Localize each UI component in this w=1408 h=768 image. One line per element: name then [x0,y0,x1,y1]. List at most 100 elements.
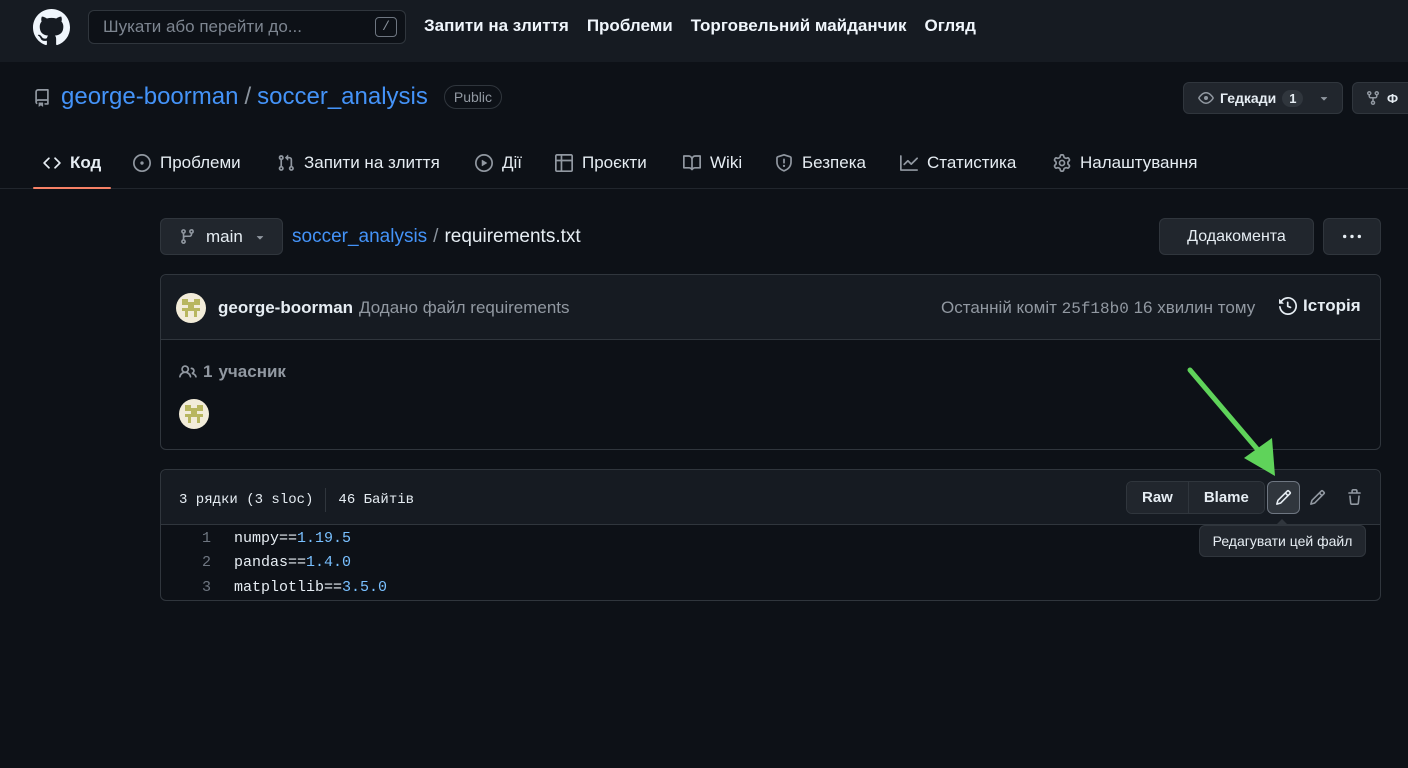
kebab-horizontal-icon [1343,234,1361,238]
breadcrumb-repo-link[interactable]: soccer_analysis [292,226,427,248]
package-name: numpy== [234,529,298,547]
pencil-icon [1276,489,1292,505]
code-line: 2 pandas==1.4.0 [161,551,1380,576]
commit-sha-link[interactable]: 25f18b0 [1062,300,1129,318]
commit-message-link[interactable]: Додано файл requirements [359,298,570,318]
line-number[interactable]: 3 [161,579,211,596]
contributors-label: учасник [218,362,286,381]
eye-icon [1198,92,1214,104]
people-icon [179,365,197,378]
history-icon [1279,297,1297,315]
nav-issues[interactable]: Проблеми [587,16,673,36]
commit-author-link[interactable]: george-boorman [218,298,353,318]
branch-icon [181,229,194,244]
commit-time: 16 хвилин тому [1133,298,1256,317]
issue-icon [133,154,151,172]
line-number[interactable]: 1 [161,530,211,547]
global-nav: Запити на злиття Проблеми Торговельний м… [424,16,976,36]
code-line: 1 numpy==1.19.5 [161,526,1380,551]
tab-code[interactable]: Код [32,138,112,189]
commit-row: george-boorman Додано файл requirements … [161,275,1380,340]
global-search[interactable]: / [88,10,406,44]
tab-pull-requests[interactable]: Запити на злиття [277,138,440,188]
search-input[interactable] [103,17,363,37]
package-name: pandas== [234,554,307,572]
tab-security[interactable]: Безпека [775,138,866,188]
contributor-avatar[interactable] [179,399,209,429]
branch-select-button[interactable]: main [160,218,283,255]
line-content: matplotlib==3.5.0 [211,579,387,596]
tab-issues[interactable]: Проблеми [133,138,241,188]
tab-label: Безпека [802,153,866,172]
tab-label: Wiki [710,153,743,172]
code-line: 3 matplotlib==3.5.0 [161,575,1380,600]
repo-owner-link[interactable]: george-boorman [61,83,238,111]
watch-count: 1 [1282,89,1304,107]
nav-pull-requests[interactable]: Запити на злиття [424,16,569,36]
file-lines-info: 3 рядки (3 sloc) [179,492,314,508]
fork-label: Ф [1387,90,1399,106]
search-shortcut-key: / [375,17,397,37]
file-info: 3 рядки (3 sloc) 46 Байтів [179,488,414,512]
file-info-divider [325,488,327,512]
more-options-button[interactable] [1323,218,1381,255]
repo-title-separator: / [244,83,252,110]
go-to-file-button[interactable]: Додакомента [1159,218,1314,255]
history-link[interactable]: Історія [1279,296,1361,316]
delete-file-button[interactable] [1338,481,1371,514]
tab-label: Проблеми [160,153,241,172]
line-number[interactable]: 2 [161,554,211,571]
nav-explore[interactable]: Огляд [924,16,975,36]
tab-wiki[interactable]: Wiki [683,138,742,188]
package-name: matplotlib== [234,578,343,596]
tab-label: Налаштування [1080,153,1198,172]
visibility-badge: Public [443,85,503,109]
tab-insights[interactable]: Статистика [900,138,1016,188]
breadcrumb-file-name: requirements.txt [444,226,581,247]
play-icon [475,154,493,172]
line-content: pandas==1.4.0 [211,554,351,571]
repo-tabs: Код Проблеми Запити на злиття Дії Проєкт… [0,138,1408,189]
tab-actions[interactable]: Дії [475,138,522,188]
file-viewer: 3 рядки (3 sloc) 46 Байтів Raw Blame 1 n… [160,469,1381,601]
watch-button[interactable]: Гедкади 1 [1183,82,1343,114]
code-body[interactable]: 1 numpy==1.19.5 2 pandas==1.4.0 3 matplo… [161,526,1380,600]
tab-label: Запити на злиття [304,153,440,172]
raw-button[interactable]: Raw [1127,482,1188,513]
branch-name: main [206,226,243,246]
repo-icon [33,88,51,108]
shield-icon [776,154,792,172]
repo-name-link[interactable]: soccer_analysis [257,83,428,111]
avatar[interactable] [176,293,206,323]
tab-label: Статистика [927,153,1017,172]
tab-label: Проєкти [582,153,647,172]
gear-icon [1053,154,1071,172]
global-header: / Запити на злиття Проблеми Торговельний… [0,0,1408,62]
nav-marketplace[interactable]: Торговельний майданчик [691,16,907,36]
history-label: Історія [1303,296,1361,315]
tab-label: Дії [502,153,523,172]
edit-file-button[interactable] [1267,481,1300,514]
tab-settings[interactable]: Налаштування [1053,138,1198,188]
chevron-down-icon [256,235,264,240]
code-icon [43,157,61,169]
pencil-icon [1310,489,1326,505]
github-logo-icon[interactable] [33,9,70,46]
chevron-down-icon [1321,97,1328,101]
watch-label: Гедкади [1220,90,1277,106]
tab-projects[interactable]: Проєкти [555,138,647,188]
line-content: numpy==1.19.5 [211,530,351,547]
edit-in-dev-button[interactable] [1301,481,1334,514]
tab-label: Код [70,153,102,172]
book-icon [683,155,701,171]
fork-icon [1367,91,1379,106]
contributors-summary[interactable]: 1 учасник [179,362,286,382]
edit-file-tooltip: Редагувати цей файл [1199,519,1366,557]
package-version: 1.4.0 [306,554,352,572]
contributors-count: 1 [203,362,213,381]
raw-blame-group: Raw Blame [1126,481,1265,514]
blame-button[interactable]: Blame [1187,482,1264,513]
package-version: 3.5.0 [342,578,388,596]
table-icon [555,154,573,172]
fork-button[interactable]: Ф [1352,82,1408,114]
